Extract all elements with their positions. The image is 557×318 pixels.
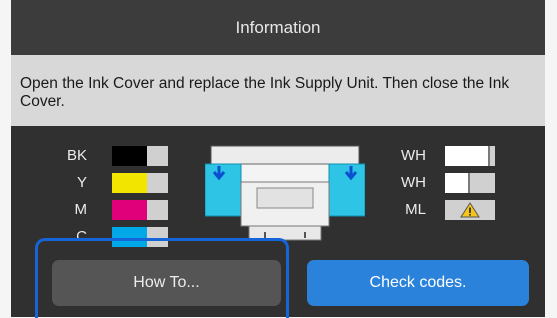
ink-gauge-divider xyxy=(488,146,490,166)
ink-label-bk: BK xyxy=(66,147,87,164)
ink-label-wh1: WH xyxy=(401,147,426,164)
check-codes-button[interactable]: Check codes. xyxy=(307,260,529,306)
ink-gauge-wh2 xyxy=(469,173,495,193)
ink-gauge-y xyxy=(147,173,168,193)
ink-swatch-y xyxy=(112,173,147,193)
check-codes-button-label: Check codes. xyxy=(369,274,467,291)
ink-status-ml xyxy=(445,200,495,220)
ink-swatch-wh1 xyxy=(445,146,489,166)
title-bar: Information xyxy=(11,0,545,55)
ink-gauge-divider xyxy=(468,173,470,193)
printer-illustration xyxy=(205,145,365,241)
ink-label-ml: ML xyxy=(405,201,426,218)
ink-label-wh2: WH xyxy=(401,174,426,191)
ink-label-y: Y xyxy=(76,174,87,191)
focus-indicator xyxy=(35,238,289,318)
ink-swatch-bk xyxy=(112,146,147,166)
page-title: Information xyxy=(235,17,321,37)
ink-gauge-bk xyxy=(147,146,168,166)
ink-swatch-m xyxy=(112,200,147,220)
message-text: Open the Ink Cover and replace the Ink S… xyxy=(20,75,510,110)
ink-label-m: M xyxy=(74,201,88,218)
ink-swatch-wh2 xyxy=(445,173,469,193)
warning-icon xyxy=(460,202,480,218)
ink-gauge-m xyxy=(147,200,168,220)
message-box: Open the Ink Cover and replace the Ink S… xyxy=(11,55,545,126)
